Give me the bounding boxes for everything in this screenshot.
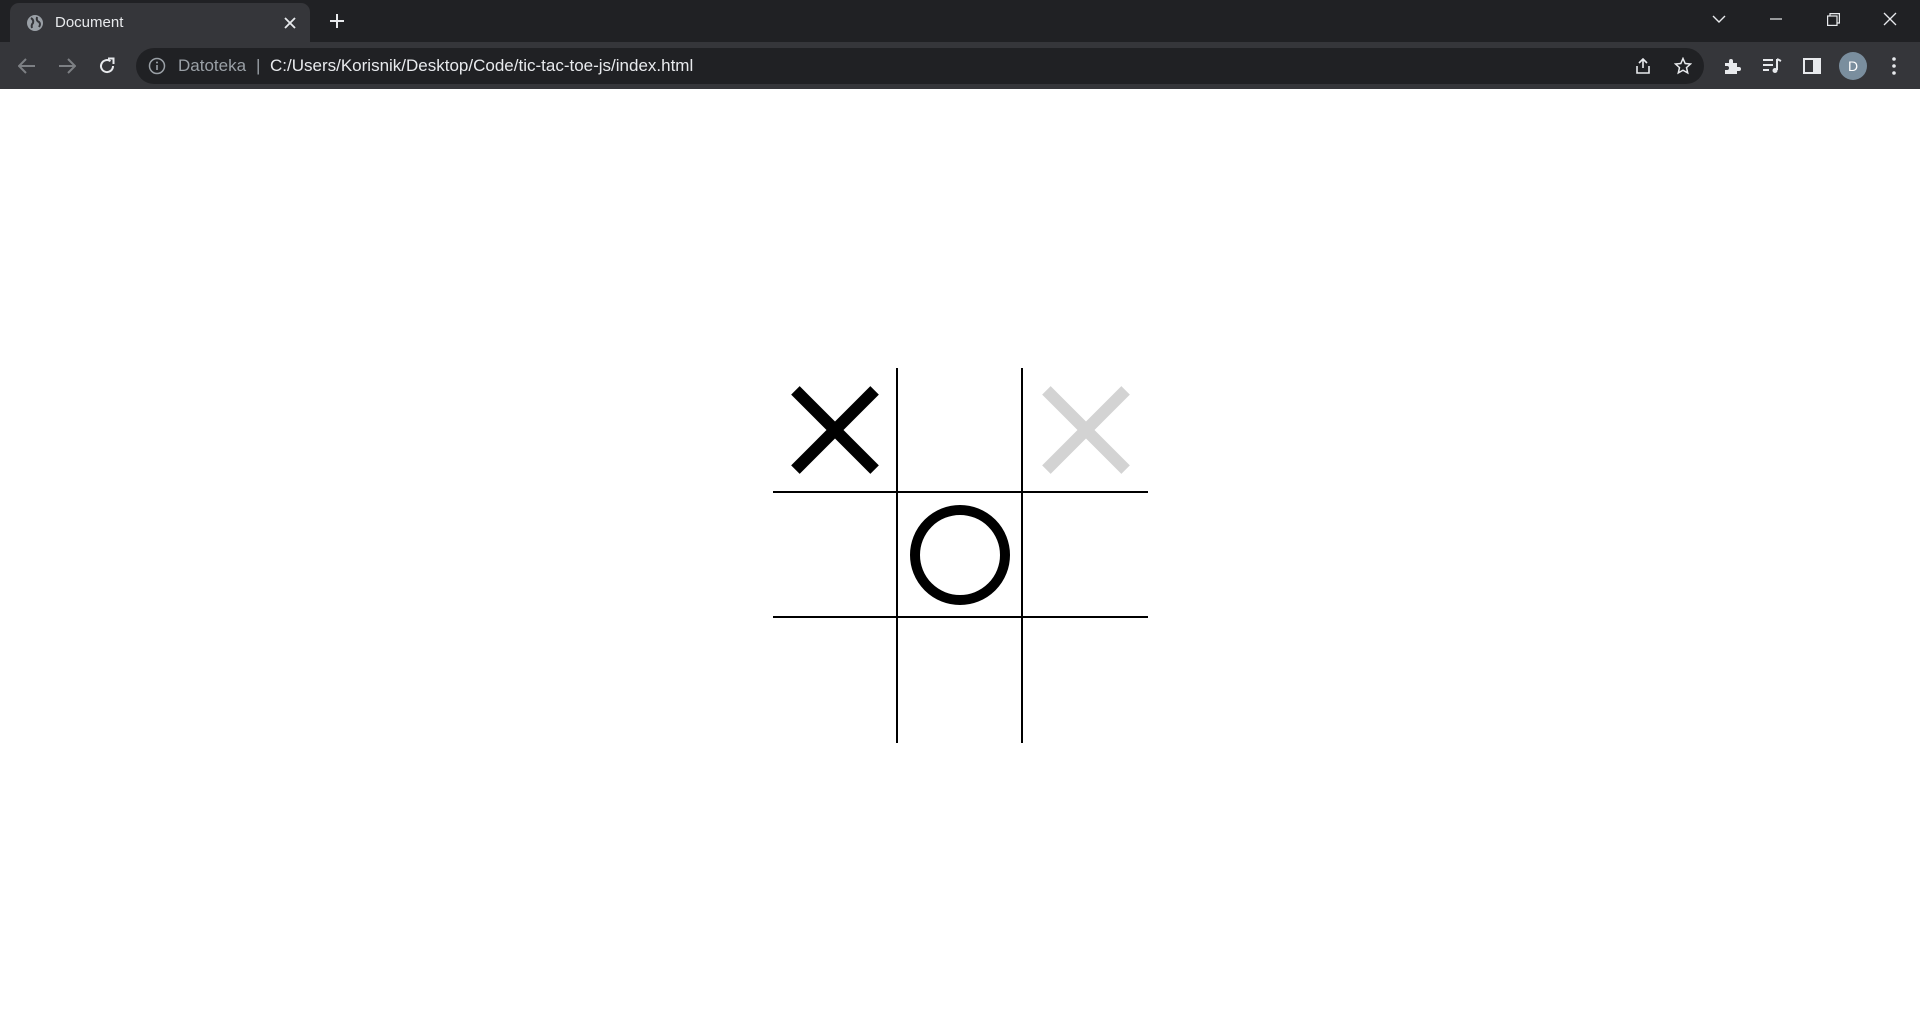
profile-avatar[interactable]: D: [1839, 52, 1867, 80]
tab-strip: Document: [0, 0, 1920, 42]
board-cell[interactable]: [1023, 493, 1148, 618]
media-controls-icon[interactable]: [1760, 54, 1784, 78]
board-cell[interactable]: [773, 493, 898, 618]
page-content: [0, 89, 1920, 1020]
board-cell[interactable]: [1023, 618, 1148, 743]
forward-icon[interactable]: [53, 52, 81, 80]
tic-tac-toe-board: [773, 368, 1148, 743]
more-menu-icon[interactable]: [1882, 54, 1906, 78]
bookmark-star-icon[interactable]: [1673, 56, 1693, 76]
restore-icon[interactable]: [1818, 6, 1848, 32]
extensions-icon[interactable]: [1720, 54, 1744, 78]
new-tab-icon[interactable]: [326, 10, 348, 32]
o-mark: [909, 504, 1010, 605]
browser-toolbar: Datoteka | C:/Users/Korisnik/Desktop/Cod…: [0, 42, 1920, 89]
scheme-separator: |: [256, 56, 261, 75]
url-text[interactable]: C:/Users/Korisnik/Desktop/Code/tic-tac-t…: [270, 56, 693, 76]
globe-icon: [26, 14, 44, 32]
board-cell[interactable]: [773, 618, 898, 743]
minimize-icon[interactable]: [1761, 6, 1791, 32]
tab-search-icon[interactable]: [1704, 6, 1734, 32]
board-cell[interactable]: [773, 368, 898, 493]
close-window-icon[interactable]: [1875, 6, 1905, 32]
tab-title: Document: [55, 14, 124, 31]
board-cell[interactable]: [898, 618, 1023, 743]
board-cell[interactable]: [1023, 368, 1148, 493]
board-cell[interactable]: [898, 493, 1023, 618]
side-panel-icon[interactable]: [1800, 54, 1824, 78]
tab-document[interactable]: Document: [10, 3, 310, 42]
reload-icon[interactable]: [93, 52, 121, 80]
browser-chrome: Document Datoteka | C:/Users/Korisnik/De…: [0, 0, 1920, 89]
scheme-label: Datoteka: [178, 56, 247, 75]
x-hover-preview: [1023, 367, 1148, 492]
share-icon[interactable]: [1633, 56, 1653, 76]
address-bar[interactable]: Datoteka | C:/Users/Korisnik/Desktop/Cod…: [136, 48, 1704, 84]
x-mark: [773, 367, 896, 492]
info-icon[interactable]: [148, 57, 166, 75]
board-cell[interactable]: [898, 368, 1023, 493]
close-tab-icon[interactable]: [280, 13, 300, 33]
back-icon[interactable]: [13, 52, 41, 80]
